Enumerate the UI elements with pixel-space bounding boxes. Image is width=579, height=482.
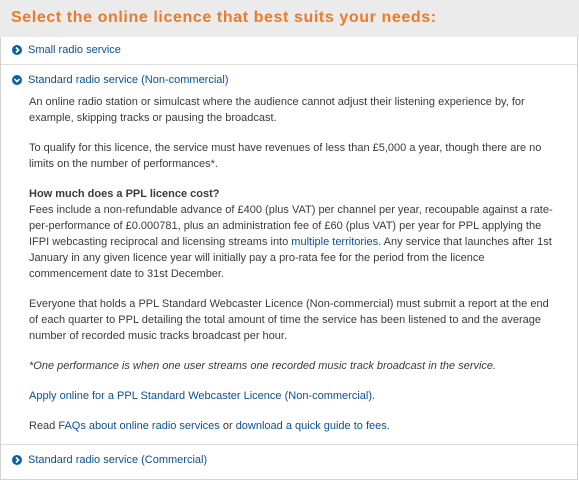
accordion-item-standard-commercial[interactable]: Standard radio service (Commercial) <box>1 447 577 472</box>
accordion-label-small-radio[interactable]: Small radio service <box>28 44 121 56</box>
description-paragraph: An online radio station or simulcast whe… <box>29 96 525 124</box>
accordion-label-standard-noncommercial[interactable]: Standard radio service (Non-commercial) <box>28 74 229 86</box>
chevron-right-icon <box>12 454 22 465</box>
accordion-item-standard-noncommercial[interactable]: Standard radio service (Non-commercial) <box>1 67 577 92</box>
accordion-item-small-radio[interactable]: Small radio service <box>1 37 577 62</box>
apply-online-link[interactable]: Apply online for a PPL Standard Webcaste… <box>29 390 375 402</box>
read-paragraph: Read FAQs about online radio services or… <box>29 418 557 434</box>
read-prefix: Read <box>29 420 59 432</box>
divider <box>1 64 577 65</box>
cost-heading: How much does a PPL licence cost? <box>29 188 220 200</box>
quick-guide-link[interactable]: download a quick guide to fees <box>236 420 387 432</box>
read-or: or <box>219 420 236 432</box>
cost-paragraph: Fees include a non-refundable advance of… <box>29 202 557 282</box>
accordion-content-standard-noncommercial: An online radio station or simulcast whe… <box>1 92 577 434</box>
read-suffix: . <box>386 420 390 432</box>
faq-link[interactable]: FAQs about online radio services <box>58 420 219 432</box>
chevron-right-icon <box>12 44 22 55</box>
licence-accordion: Small radio service Standard radio servi… <box>0 37 578 480</box>
multiple-territories-link[interactable]: multiple territories <box>291 236 378 248</box>
apply-paragraph: Apply online for a PPL Standard Webcaste… <box>29 388 557 404</box>
page-heading: Select the online licence that best suit… <box>0 0 579 37</box>
footnote: *One performance is when one user stream… <box>29 360 497 372</box>
report-paragraph: Everyone that holds a PPL Standard Webca… <box>29 298 549 342</box>
qualification-paragraph: To qualify for this licence, the service… <box>29 142 542 170</box>
chevron-down-icon <box>12 74 22 85</box>
divider <box>1 444 577 445</box>
accordion-label-standard-commercial[interactable]: Standard radio service (Commercial) <box>28 454 207 466</box>
